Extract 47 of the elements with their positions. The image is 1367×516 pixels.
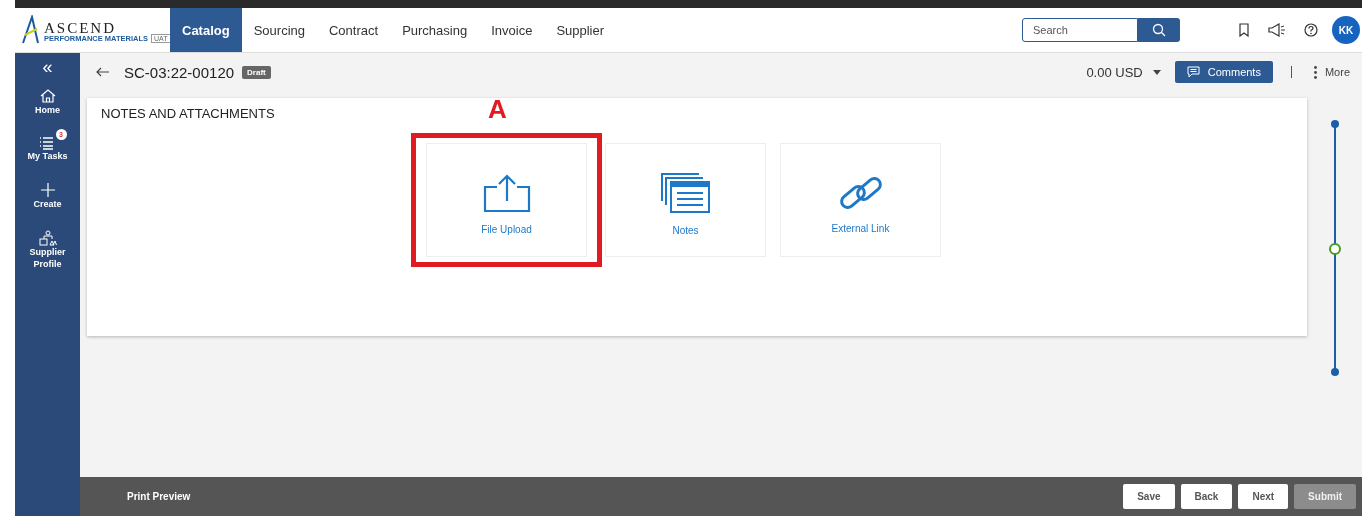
plus-icon bbox=[39, 182, 56, 198]
kebab-icon bbox=[1313, 65, 1317, 79]
nav-tab[interactable]: Invoice bbox=[479, 8, 545, 52]
help-icon[interactable] bbox=[1304, 23, 1318, 37]
search-field[interactable]: Search bbox=[1022, 18, 1138, 42]
upload-icon bbox=[482, 173, 531, 212]
comments-button[interactable]: Comments bbox=[1174, 61, 1273, 83]
status-badge: Draft bbox=[242, 65, 271, 79]
attachment-option-card[interactable]: External Link bbox=[780, 143, 941, 257]
nav-tab[interactable]: Purchasing bbox=[390, 8, 480, 52]
organization-icon bbox=[38, 230, 57, 246]
sidebar-item[interactable]: Supplier Profile bbox=[15, 222, 82, 270]
print-preview-link[interactable]: Print Preview bbox=[127, 491, 191, 502]
sidebar-item[interactable]: Home bbox=[15, 80, 82, 116]
logo-mark-icon bbox=[21, 15, 41, 45]
megaphone-icon[interactable] bbox=[1268, 23, 1286, 37]
comment-icon bbox=[1186, 66, 1200, 78]
user-avatar[interactable]: KK bbox=[1332, 16, 1360, 44]
sidebar-label: Home bbox=[34, 104, 61, 116]
attachment-option-card[interactable]: Notes bbox=[605, 143, 766, 257]
footer-button[interactable]: Back bbox=[1180, 484, 1233, 509]
total-amount-dropdown[interactable]: 0.00 USD bbox=[1080, 63, 1167, 81]
home-icon bbox=[39, 88, 56, 104]
more-button[interactable]: More bbox=[1307, 64, 1356, 80]
search-icon bbox=[1152, 23, 1166, 37]
collapse-sidebar-button[interactable]: « bbox=[42, 53, 53, 80]
document-id: SC-03:22-00120 bbox=[124, 63, 235, 81]
stacked-documents-icon bbox=[660, 172, 711, 213]
search-button[interactable] bbox=[1138, 18, 1180, 42]
footer-button[interactable]: Save bbox=[1123, 484, 1175, 509]
caret-icon bbox=[1152, 69, 1161, 75]
nav-tab[interactable]: Catalog bbox=[170, 8, 242, 52]
nav-tab[interactable]: Contract bbox=[317, 8, 391, 52]
footer-button[interactable]: Next bbox=[1238, 484, 1289, 509]
logo-name: ASCEND bbox=[44, 19, 117, 36]
sidebar-label: My Tasks bbox=[26, 150, 69, 162]
back-arrow-icon[interactable] bbox=[96, 67, 110, 77]
annotation-label: A bbox=[488, 94, 507, 125]
link-icon bbox=[837, 174, 884, 211]
section-title: NOTES AND ATTACHMENTS bbox=[101, 106, 275, 121]
attachment-option-card[interactable]: File Upload bbox=[426, 143, 587, 257]
nav-tab[interactable]: Sourcing bbox=[241, 8, 317, 52]
bookmark-icon[interactable] bbox=[1238, 23, 1250, 37]
sidebar-item[interactable]: Create bbox=[15, 174, 82, 210]
sidebar-label: Create bbox=[32, 198, 63, 210]
sidebar-label: Supplier Profile bbox=[28, 246, 67, 270]
nav-tab[interactable]: Supplier bbox=[544, 8, 617, 52]
